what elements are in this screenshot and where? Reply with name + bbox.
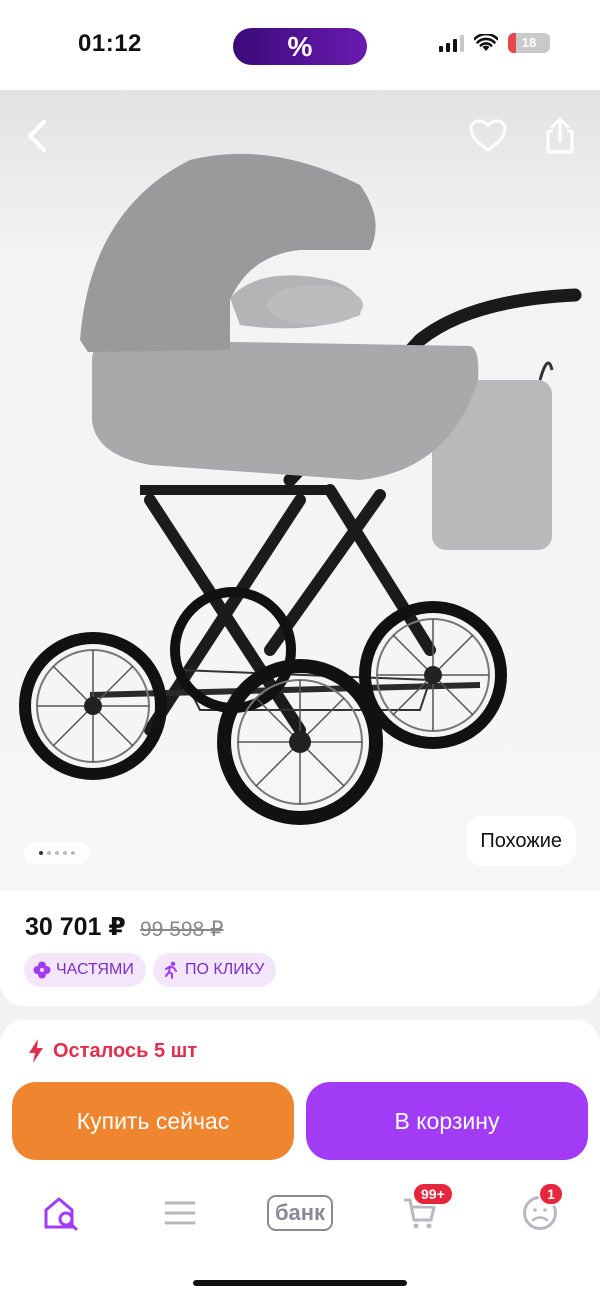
product-gallery[interactable]: Похожие xyxy=(0,90,600,890)
one-click-chip-label: ПО КЛИКУ xyxy=(185,961,265,978)
cellular-signal-icon xyxy=(439,34,464,52)
share-icon xyxy=(546,117,574,154)
tab-cart[interactable]: 99+ xyxy=(390,1182,454,1236)
running-person-icon xyxy=(165,961,177,979)
similar-products-button[interactable]: Похожие xyxy=(466,816,576,866)
chevron-left-icon xyxy=(28,120,46,152)
add-to-cart-button[interactable]: В корзину xyxy=(306,1082,588,1160)
profile-badge: 1 xyxy=(538,1182,564,1206)
menu-lines-icon xyxy=(164,1201,196,1225)
bank-logo: банк xyxy=(266,1195,334,1231)
buy-now-button[interactable]: Купить сейчас xyxy=(12,1082,294,1160)
clover-icon xyxy=(33,961,51,979)
status-icons: 18 xyxy=(439,33,550,53)
share-button[interactable] xyxy=(536,112,584,160)
stock-text: Осталось 5 шт xyxy=(53,1039,198,1062)
tab-home[interactable] xyxy=(31,1190,91,1236)
gallery-dot xyxy=(71,851,75,855)
tab-profile[interactable]: 1 xyxy=(510,1182,570,1236)
heart-icon xyxy=(469,119,507,152)
gallery-dot xyxy=(55,851,59,855)
gallery-dot xyxy=(39,851,43,855)
one-click-chip[interactable]: ПО КЛИКУ xyxy=(153,953,277,987)
tab-catalog[interactable] xyxy=(150,1190,210,1236)
bottom-tab-bar: банк 99+ 1 xyxy=(0,1170,600,1250)
installments-chip[interactable]: ЧАСТЯМИ xyxy=(24,953,146,987)
home-indicator xyxy=(193,1280,407,1286)
gallery-pagination xyxy=(24,842,90,864)
stock-warning: Осталось 5 шт xyxy=(27,1038,197,1064)
price-card: 30 701 ₽ 99 598 ₽ ЧАСТЯМИ ПО КЛИКУ xyxy=(0,890,600,1006)
tab-bank[interactable]: банк xyxy=(260,1190,340,1236)
favorite-button[interactable] xyxy=(464,112,512,160)
home-search-icon xyxy=(44,1197,78,1231)
product-image xyxy=(19,153,582,825)
status-bar: 01:12 % 18 xyxy=(0,0,600,90)
status-time: 01:12 xyxy=(78,30,142,57)
gallery-dot xyxy=(47,851,51,855)
purchase-panel: Осталось 5 шт Купить сейчас В корзину xyxy=(0,1020,600,1300)
lightning-icon xyxy=(29,1039,43,1063)
battery-level: 18 xyxy=(521,35,537,50)
battery-icon: 18 xyxy=(508,33,550,53)
old-price: 99 598 ₽ xyxy=(140,918,224,941)
current-price: 30 701 ₽ xyxy=(25,913,126,941)
back-button[interactable] xyxy=(14,112,62,160)
promo-button[interactable]: % xyxy=(233,28,367,65)
gallery-dot xyxy=(63,851,67,855)
cart-badge: 99+ xyxy=(412,1182,454,1206)
installments-chip-label: ЧАСТЯМИ xyxy=(56,961,134,978)
wifi-icon xyxy=(474,34,498,51)
